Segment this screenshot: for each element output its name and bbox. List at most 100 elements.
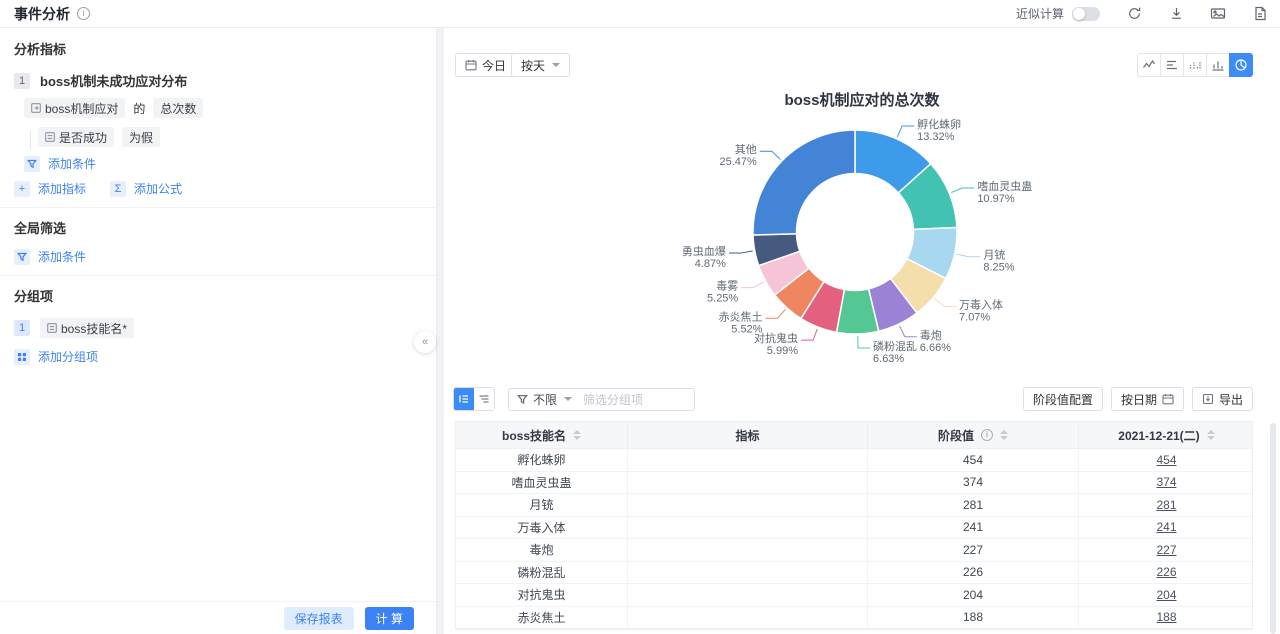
granularity-dropdown[interactable]: 按天: [511, 53, 571, 77]
image-export-icon[interactable]: [1210, 6, 1226, 22]
col-header-metric: 指标: [628, 422, 868, 448]
table-controls: 不限 筛选分组项: [453, 387, 695, 411]
condition-value-chip[interactable]: 为假: [122, 127, 161, 147]
date-range-button[interactable]: 今日: [455, 53, 517, 77]
cell-day-value[interactable]: 454: [1079, 449, 1254, 471]
drilldown-link[interactable]: 226: [1156, 565, 1176, 579]
cell-stage-value: 454: [868, 449, 1079, 471]
info-icon[interactable]: i: [981, 429, 993, 441]
drilldown-link[interactable]: 241: [1156, 520, 1176, 534]
global-filter-title: 全局筛选: [14, 221, 67, 236]
cell-stage-value: 374: [868, 471, 1079, 493]
pie-slice[interactable]: [752, 129, 856, 236]
drilldown-link[interactable]: 227: [1156, 543, 1176, 557]
cell-day-value[interactable]: 241: [1079, 517, 1254, 539]
metric-name[interactable]: boss机制未成功应对分布: [40, 71, 187, 90]
group-index-badge: 1: [14, 320, 30, 336]
slice-label: 其他 25.47%: [719, 143, 757, 168]
label-line: [956, 253, 981, 258]
sigma-icon: Σ: [110, 180, 127, 197]
report-file-icon[interactable]: [1252, 6, 1268, 22]
col-header-stage[interactable]: 阶段值 i: [868, 422, 1079, 448]
chart-type-toolbar: [1137, 53, 1253, 77]
cell-day-value[interactable]: 188: [1079, 607, 1254, 629]
panel-gutter: [437, 28, 444, 634]
col-header-skill[interactable]: boss技能名: [456, 422, 628, 448]
label-line: [759, 150, 781, 160]
cell-day-value[interactable]: 227: [1079, 539, 1254, 561]
add-group-link[interactable]: 添加分组项: [38, 348, 98, 365]
table-body: 孵化蛛卵 454 454 嗜血灵虫蛊 374 374 月铳 281 281 万毒入体 241 241 毒…: [456, 449, 1252, 629]
horizontal-bar-chart-button[interactable]: [1160, 53, 1184, 77]
aggregation-chip[interactable]: 总次数: [153, 98, 204, 118]
line-chart-button[interactable]: [1137, 53, 1161, 77]
number-table-button[interactable]: [1183, 53, 1207, 77]
cell-skill: 赤炎焦土: [456, 606, 628, 628]
table-row: 孵化蛛卵 454 454: [456, 449, 1252, 472]
slice-label: 毒雾 5.25%: [707, 280, 738, 305]
save-report-button[interactable]: 保存报表: [283, 606, 354, 630]
chevron-down-icon: [552, 63, 561, 67]
chevron-down-icon: [564, 397, 573, 401]
sort-icon[interactable]: [1000, 430, 1008, 440]
filter-icon: [14, 248, 30, 265]
stage-value-config-button[interactable]: 阶段值配置: [1022, 387, 1103, 411]
flat-list-view-button[interactable]: [454, 388, 474, 410]
table-row: 对抗鬼虫 204 204: [456, 584, 1252, 607]
global-add-condition-link[interactable]: 添加条件: [38, 248, 86, 265]
vertical-scrollbar[interactable]: [1270, 423, 1276, 634]
cell-day-value[interactable]: 204: [1079, 584, 1254, 606]
cell-metric: [628, 471, 868, 493]
drilldown-link[interactable]: 454: [1156, 453, 1176, 467]
calculate-button[interactable]: 计 算: [364, 606, 414, 630]
label-line: [765, 309, 786, 319]
tree-list-view-button[interactable]: [474, 388, 494, 410]
sort-icon[interactable]: [1206, 430, 1215, 440]
cell-metric: [628, 539, 868, 561]
cell-skill: 万毒入体: [456, 516, 628, 538]
drilldown-link[interactable]: 281: [1156, 498, 1176, 512]
sidebar-collapse-button[interactable]: «: [414, 331, 436, 353]
cell-metric: [628, 606, 868, 628]
info-icon[interactable]: i: [77, 7, 90, 20]
cell-skill: 月铳: [456, 494, 628, 516]
export-file-icon: [1202, 393, 1214, 405]
add-condition-link[interactable]: 添加条件: [48, 155, 96, 172]
event-chip[interactable]: boss机制应对: [24, 98, 126, 118]
event-icon: [31, 103, 41, 113]
cell-metric: [628, 561, 868, 583]
table-row: 月铳 281 281: [456, 494, 1252, 517]
filter-icon: [24, 155, 40, 172]
download-icon[interactable]: [1168, 6, 1184, 22]
drilldown-link[interactable]: 188: [1156, 610, 1176, 624]
group-filter-input[interactable]: 不限 筛选分组项: [508, 387, 695, 411]
add-metric-link[interactable]: 添加指标: [38, 180, 86, 197]
cell-day-value[interactable]: 281: [1079, 494, 1254, 516]
property-icon: [45, 132, 55, 142]
bar-chart-button[interactable]: [1206, 53, 1230, 77]
filter-scope-value[interactable]: 不限: [533, 391, 557, 408]
add-formula-link[interactable]: 添加公式: [134, 180, 182, 197]
condition-field-chip[interactable]: 是否成功: [38, 127, 115, 147]
col-header-date[interactable]: 2021-12-21(二): [1079, 422, 1254, 448]
refresh-icon[interactable]: [1126, 6, 1142, 22]
label-line: [741, 281, 764, 289]
drilldown-link[interactable]: 374: [1156, 475, 1176, 489]
slice-label: 月铳 8.25%: [983, 249, 1014, 274]
export-button[interactable]: 导出: [1191, 387, 1253, 411]
cell-day-value[interactable]: 226: [1079, 562, 1254, 584]
group-field-chip[interactable]: boss技能名*: [40, 318, 135, 338]
label-line: [896, 125, 915, 138]
funnel-icon: [517, 394, 528, 404]
cell-day-value[interactable]: 374: [1079, 472, 1254, 494]
approx-calc-toggle[interactable]: [1072, 6, 1100, 21]
cell-metric: [628, 449, 868, 471]
top-bar: 事件分析 i 近似计算: [0, 0, 1280, 28]
drilldown-link[interactable]: 204: [1156, 588, 1176, 602]
by-date-button[interactable]: 按日期: [1110, 387, 1184, 411]
sort-icon[interactable]: [573, 430, 581, 440]
page-title: 事件分析: [14, 5, 70, 22]
cell-stage-value: 241: [868, 516, 1079, 538]
pie-chart-button[interactable]: [1229, 53, 1253, 77]
cell-skill: 对抗鬼虫: [456, 584, 628, 606]
